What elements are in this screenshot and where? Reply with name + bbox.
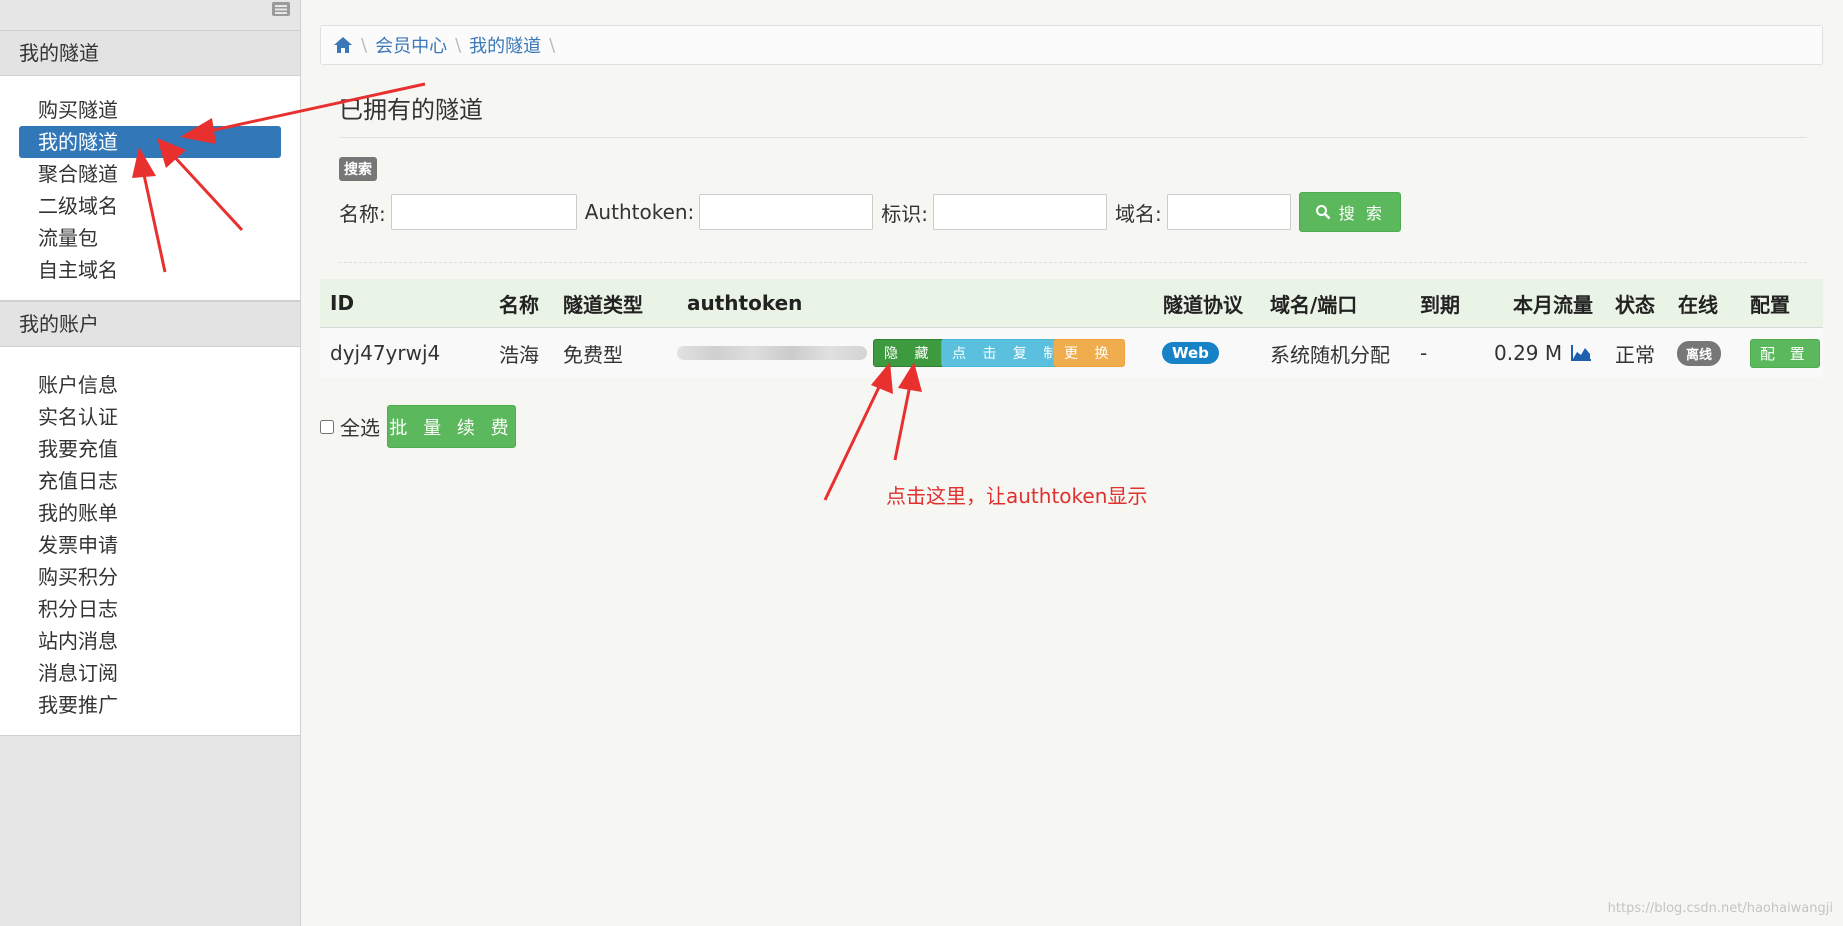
sidebar-item-messages[interactable]: 站内消息: [19, 625, 281, 657]
divider: [339, 262, 1807, 263]
select-all-label: 全选: [340, 416, 380, 440]
col-status: 状态: [1615, 292, 1655, 317]
name-label: 名称:: [339, 201, 386, 226]
main-content: \ 会员中心 \ 我的隧道 \ 已拥有的隧道 搜索 名称: Authtoken:…: [301, 0, 1843, 926]
select-all[interactable]: 全选: [320, 412, 380, 441]
sidebar: 我的隧道 购买隧道 我的隧道 聚合隧道 二级域名 流量包 自主域名 我的账户 账…: [0, 0, 301, 926]
table-row: dyj47yrwj4 浩海 免费型 隐 藏 点 击 复 制 更 换 Web 系统…: [320, 328, 1823, 378]
row-name: 浩海: [499, 342, 539, 367]
row-domain: 系统随机分配: [1270, 342, 1390, 367]
col-config: 配置: [1750, 292, 1790, 317]
sidebar-item-buy-points[interactable]: 购买积分: [19, 561, 281, 593]
sidebar-item-my-tunnels[interactable]: 我的隧道: [19, 126, 281, 158]
sidebar-item-aggregate-tunnel[interactable]: 聚合隧道: [19, 158, 281, 190]
col-protocol: 隧道协议: [1163, 292, 1243, 317]
table-header: ID 名称 隧道类型 authtoken 隧道协议 域名/端口 到期 本月流量 …: [320, 279, 1823, 328]
breadcrumb-my-tunnels[interactable]: 我的隧道: [469, 32, 541, 58]
batch-renew-button[interactable]: 批 量 续 费: [387, 405, 516, 448]
hide-authtoken-button[interactable]: 隐 藏: [873, 339, 946, 367]
col-expire: 到期: [1420, 292, 1460, 317]
row-expire: -: [1420, 341, 1428, 365]
sidebar-item-traffic-pack[interactable]: 流量包: [19, 222, 281, 254]
select-all-checkbox[interactable]: [320, 419, 334, 434]
authtoken-label: Authtoken:: [584, 200, 695, 224]
breadcrumb-member-center[interactable]: 会员中心: [375, 32, 447, 58]
col-online: 在线: [1678, 292, 1718, 317]
row-status: 正常: [1615, 342, 1655, 367]
online-badge: 离线: [1677, 340, 1722, 366]
search-badge: 搜索: [339, 157, 377, 181]
sidebar-item-subscriptions[interactable]: 消息订阅: [19, 657, 281, 689]
search-form: 名称: Authtoken: 标识: 域名: 搜 索: [339, 192, 1401, 232]
tag-input[interactable]: [933, 194, 1108, 230]
col-id: ID: [330, 291, 355, 315]
search-icon: [1315, 205, 1331, 220]
domain-input[interactable]: [1166, 194, 1291, 230]
authtoken-input[interactable]: [699, 194, 874, 230]
sidebar-account-list: 账户信息 实名认证 我要充值 充值日志 我的账单 发票申请 购买积分 积分日志 …: [0, 347, 300, 736]
col-domain: 域名/端口: [1270, 292, 1358, 317]
search-button-label: 搜 索: [1338, 204, 1385, 223]
search-button[interactable]: 搜 索: [1298, 192, 1401, 232]
row-id: dyj47yrwj4: [330, 341, 441, 365]
sidebar-item-buy-tunnel[interactable]: 购买隧道: [19, 94, 281, 126]
sidebar-item-account-info[interactable]: 账户信息: [19, 369, 281, 401]
watermark: https://blog.csdn.net/haohaiwangji: [1607, 901, 1833, 916]
sidebar-item-points-log[interactable]: 积分日志: [19, 593, 281, 625]
sidebar-item-promote[interactable]: 我要推广: [19, 689, 281, 721]
home-icon[interactable]: [333, 35, 353, 55]
area-chart-icon[interactable]: [1570, 344, 1592, 362]
domain-label: 域名:: [1115, 201, 1162, 226]
annotation-text: 点击这里，让authtoken显示: [886, 484, 1148, 508]
authtoken-masked: [677, 328, 867, 378]
sidebar-tunnel-list: 购买隧道 我的隧道 聚合隧道 二级域名 流量包 自主域名: [0, 76, 300, 301]
sidebar-item-invoice[interactable]: 发票申请: [19, 529, 281, 561]
sidebar-item-subdomain[interactable]: 二级域名: [19, 190, 281, 222]
sidebar-item-verification[interactable]: 实名认证: [19, 401, 281, 433]
sidebar-item-recharge[interactable]: 我要充值: [19, 433, 281, 465]
page-title: 已拥有的隧道: [339, 90, 1807, 138]
breadcrumb: \ 会员中心 \ 我的隧道 \: [320, 25, 1823, 65]
sidebar-item-custom-domain[interactable]: 自主域名: [19, 254, 281, 286]
config-button[interactable]: 配 置: [1750, 338, 1820, 368]
col-type: 隧道类型: [563, 292, 643, 317]
col-traffic: 本月流量: [1513, 292, 1593, 317]
sidebar-item-bills[interactable]: 我的账单: [19, 497, 281, 529]
col-authtoken: authtoken: [687, 291, 803, 315]
sidebar-section-account[interactable]: 我的账户: [0, 301, 300, 347]
sidebar-collapse-icon[interactable]: [272, 2, 290, 16]
tag-label: 标识:: [881, 201, 929, 226]
change-authtoken-button[interactable]: 更 换: [1053, 339, 1126, 367]
sidebar-item-recharge-log[interactable]: 充值日志: [19, 465, 281, 497]
name-input[interactable]: [390, 194, 577, 230]
protocol-badge: Web: [1162, 342, 1219, 364]
col-name: 名称: [499, 292, 539, 317]
row-type: 免费型: [563, 342, 623, 367]
sidebar-section-tunnels[interactable]: 我的隧道: [0, 30, 300, 76]
row-traffic: 0.29 M: [1494, 341, 1563, 365]
